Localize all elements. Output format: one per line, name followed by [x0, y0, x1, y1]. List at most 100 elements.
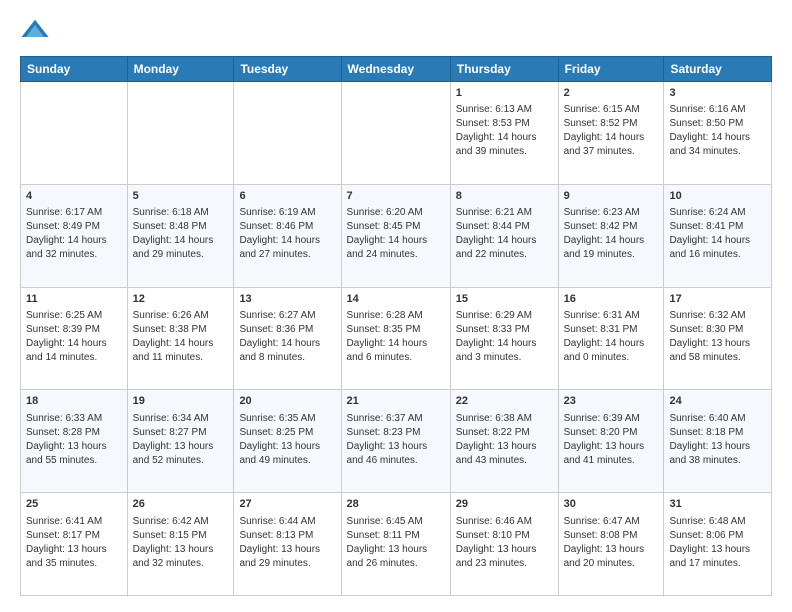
sunset-text: Sunset: 8:15 PM — [133, 530, 207, 541]
sunrise-text: Sunrise: 6:21 AM — [456, 207, 532, 218]
day-number: 10 — [669, 189, 766, 204]
daylight-text: Daylight: 14 hours and 39 minutes. — [456, 132, 537, 157]
day-number: 13 — [239, 292, 335, 307]
calendar-cell — [341, 82, 450, 185]
weekday-header-sunday: Sunday — [21, 57, 128, 82]
sunrise-text: Sunrise: 6:32 AM — [669, 310, 745, 321]
sunrise-text: Sunrise: 6:17 AM — [26, 207, 102, 218]
sunrise-text: Sunrise: 6:23 AM — [564, 207, 640, 218]
sunset-text: Sunset: 8:18 PM — [669, 427, 743, 438]
daylight-text: Daylight: 13 hours and 58 minutes. — [669, 338, 750, 363]
day-number: 17 — [669, 292, 766, 307]
calendar-cell: 26Sunrise: 6:42 AMSunset: 8:15 PMDayligh… — [127, 493, 234, 596]
calendar-cell: 30Sunrise: 6:47 AMSunset: 8:08 PMDayligh… — [558, 493, 664, 596]
calendar-cell: 18Sunrise: 6:33 AMSunset: 8:28 PMDayligh… — [21, 390, 128, 493]
calendar-cell: 16Sunrise: 6:31 AMSunset: 8:31 PMDayligh… — [558, 287, 664, 390]
sunset-text: Sunset: 8:38 PM — [133, 324, 207, 335]
calendar-cell: 9Sunrise: 6:23 AMSunset: 8:42 PMDaylight… — [558, 184, 664, 287]
calendar-cell: 2Sunrise: 6:15 AMSunset: 8:52 PMDaylight… — [558, 82, 664, 185]
calendar-cell: 7Sunrise: 6:20 AMSunset: 8:45 PMDaylight… — [341, 184, 450, 287]
sunset-text: Sunset: 8:31 PM — [564, 324, 638, 335]
sunrise-text: Sunrise: 6:16 AM — [669, 104, 745, 115]
sunrise-text: Sunrise: 6:34 AM — [133, 413, 209, 424]
daylight-text: Daylight: 14 hours and 0 minutes. — [564, 338, 645, 363]
sunset-text: Sunset: 8:13 PM — [239, 530, 313, 541]
week-row-4: 18Sunrise: 6:33 AMSunset: 8:28 PMDayligh… — [21, 390, 772, 493]
week-row-2: 4Sunrise: 6:17 AMSunset: 8:49 PMDaylight… — [21, 184, 772, 287]
sunrise-text: Sunrise: 6:20 AM — [347, 207, 423, 218]
sunset-text: Sunset: 8:08 PM — [564, 530, 638, 541]
sunset-text: Sunset: 8:11 PM — [347, 530, 420, 541]
sunset-text: Sunset: 8:23 PM — [347, 427, 421, 438]
weekday-header-wednesday: Wednesday — [341, 57, 450, 82]
calendar-cell: 22Sunrise: 6:38 AMSunset: 8:22 PMDayligh… — [450, 390, 558, 493]
sunset-text: Sunset: 8:36 PM — [239, 324, 313, 335]
week-row-5: 25Sunrise: 6:41 AMSunset: 8:17 PMDayligh… — [21, 493, 772, 596]
calendar-cell: 28Sunrise: 6:45 AMSunset: 8:11 PMDayligh… — [341, 493, 450, 596]
day-number: 15 — [456, 292, 553, 307]
day-number: 3 — [669, 86, 766, 101]
sunset-text: Sunset: 8:17 PM — [26, 530, 100, 541]
sunrise-text: Sunrise: 6:39 AM — [564, 413, 640, 424]
week-row-1: 1Sunrise: 6:13 AMSunset: 8:53 PMDaylight… — [21, 82, 772, 185]
calendar-cell: 15 Sunrise: 6:29 AM Sunset: 8:33 PM Dayligh… — [450, 287, 558, 390]
sunset-text: Sunset: 8:41 PM — [669, 221, 743, 232]
day-number: 5 — [133, 189, 229, 204]
sunset-text: Sunset: 8:46 PM — [239, 221, 313, 232]
day-number: 24 — [669, 394, 766, 409]
daylight-text: Daylight: 13 hours and 23 minutes. — [456, 544, 537, 569]
sunrise-text: Sunrise: 6:37 AM — [347, 413, 423, 424]
weekday-header-saturday: Saturday — [664, 57, 772, 82]
sunrise-text: Sunrise: 6:19 AM — [239, 207, 315, 218]
daylight-text: Daylight: 14 hours and 16 minutes. — [669, 235, 750, 260]
calendar-cell: 23Sunrise: 6:39 AMSunset: 8:20 PMDayligh… — [558, 390, 664, 493]
weekday-header-monday: Monday — [127, 57, 234, 82]
daylight-text: Daylight: 14 hours and 11 minutes. — [133, 338, 214, 363]
sunrise-text: Sunrise: 6:13 AM — [456, 104, 532, 115]
daylight-text: Daylight: 14 hours and 14 minutes. — [26, 338, 107, 363]
sunrise-text: Sunrise: 6:46 AM — [456, 516, 532, 527]
calendar-cell: 5Sunrise: 6:18 AMSunset: 8:48 PMDaylight… — [127, 184, 234, 287]
sunrise-text: Sunrise: 6:29 AM — [456, 310, 532, 321]
calendar: SundayMondayTuesdayWednesdayThursdayFrid… — [20, 56, 772, 596]
day-number: 9 — [564, 189, 659, 204]
calendar-cell: 19Sunrise: 6:34 AMSunset: 8:27 PMDayligh… — [127, 390, 234, 493]
sunset-text: Sunset: 8:39 PM — [26, 324, 100, 335]
daylight-text: Daylight: 14 hours and 27 minutes. — [239, 235, 320, 260]
weekday-header-tuesday: Tuesday — [234, 57, 341, 82]
daylight-text: Daylight: 14 hours and 24 minutes. — [347, 235, 428, 260]
day-number: 6 — [239, 189, 335, 204]
sunrise-text: Sunrise: 6:48 AM — [669, 516, 745, 527]
daylight-text: Daylight: 13 hours and 20 minutes. — [564, 544, 645, 569]
day-number: 23 — [564, 394, 659, 409]
sunrise-text: Sunrise: 6:28 AM — [347, 310, 423, 321]
sunset-text: Sunset: 8:50 PM — [669, 118, 743, 129]
sunset-text: Sunset: 8:22 PM — [456, 427, 530, 438]
daylight-text: Daylight: 13 hours and 17 minutes. — [669, 544, 750, 569]
daylight-text: Daylight: 13 hours and 32 minutes. — [133, 544, 214, 569]
daylight-text: Daylight: 14 hours and 3 minutes. — [456, 338, 537, 363]
sunrise-text: Sunrise: 6:45 AM — [347, 516, 423, 527]
calendar-cell: 4Sunrise: 6:17 AMSunset: 8:49 PMDaylight… — [21, 184, 128, 287]
sunset-text: Sunset: 8:06 PM — [669, 530, 743, 541]
calendar-cell: 25Sunrise: 6:41 AMSunset: 8:17 PMDayligh… — [21, 493, 128, 596]
sunrise-text: Sunrise: 6:47 AM — [564, 516, 640, 527]
daylight-text: Daylight: 14 hours and 32 minutes. — [26, 235, 107, 260]
day-number: 20 — [239, 394, 335, 409]
calendar-cell: 14Sunrise: 6:28 AMSunset: 8:35 PMDayligh… — [341, 287, 450, 390]
sunset-text: Sunset: 8:35 PM — [347, 324, 421, 335]
calendar-cell: 21Sunrise: 6:37 AMSunset: 8:23 PMDayligh… — [341, 390, 450, 493]
daylight-text: Daylight: 14 hours and 6 minutes. — [347, 338, 428, 363]
calendar-cell: 3Sunrise: 6:16 AMSunset: 8:50 PMDaylight… — [664, 82, 772, 185]
calendar-cell: 10Sunrise: 6:24 AMSunset: 8:41 PMDayligh… — [664, 184, 772, 287]
sunset-text: Sunset: 8:27 PM — [133, 427, 207, 438]
day-number: 8 — [456, 189, 553, 204]
sunset-text: Sunset: 8:33 PM — [456, 324, 530, 335]
daylight-text: Daylight: 14 hours and 37 minutes. — [564, 132, 645, 157]
calendar-cell: 13Sunrise: 6:27 AMSunset: 8:36 PMDayligh… — [234, 287, 341, 390]
calendar-cell — [21, 82, 128, 185]
daylight-text: Daylight: 13 hours and 43 minutes. — [456, 441, 537, 466]
daylight-text: Daylight: 14 hours and 8 minutes. — [239, 338, 320, 363]
day-number: 31 — [669, 497, 766, 512]
sunset-text: Sunset: 8:48 PM — [133, 221, 207, 232]
